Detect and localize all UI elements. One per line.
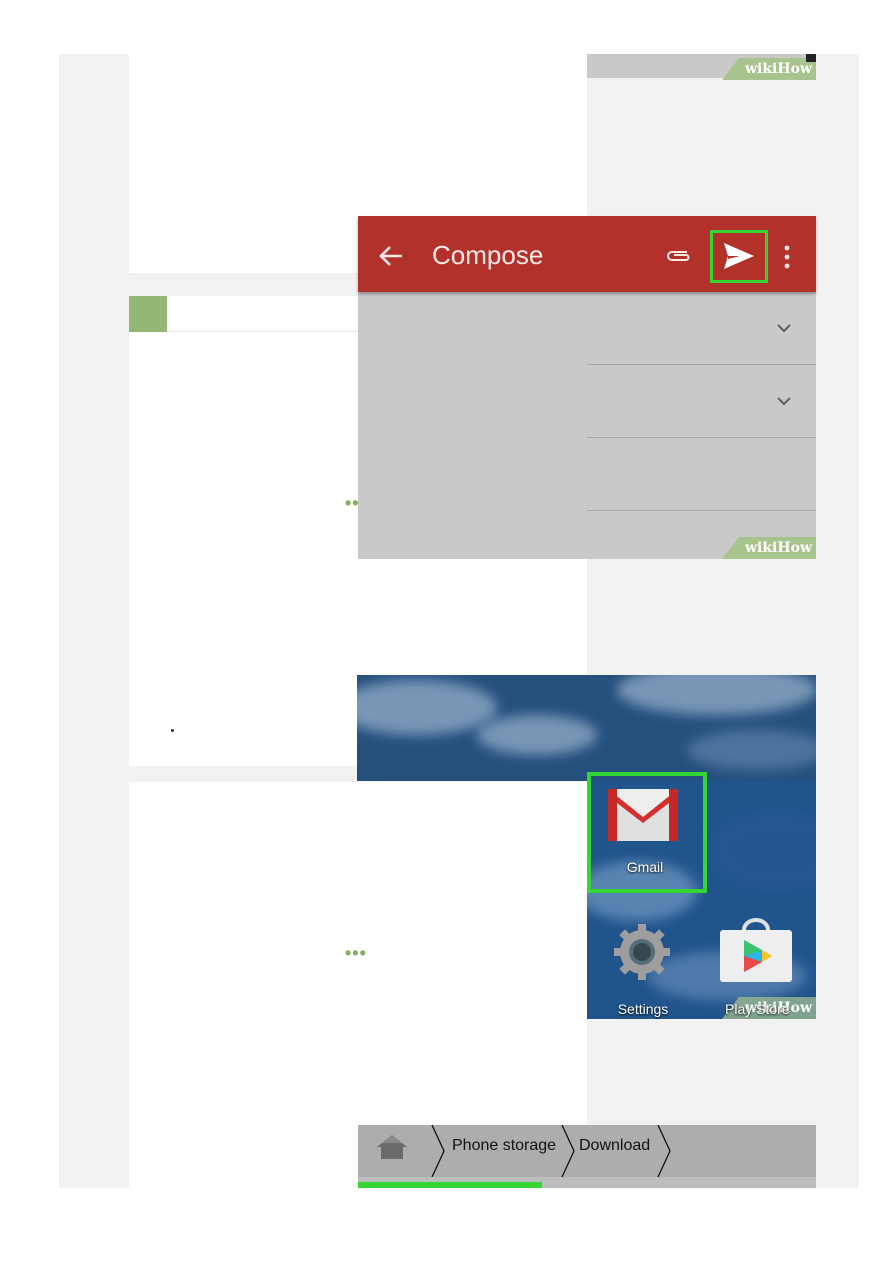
breadcrumb-separator — [431, 1125, 445, 1177]
wikihow-watermark: wikiHow — [722, 58, 816, 80]
gmail-icon[interactable] — [606, 785, 680, 843]
chevron-down-icon[interactable] — [776, 393, 792, 409]
breadcrumb-item-phone-storage[interactable]: Phone storage — [452, 1137, 556, 1155]
send-icon[interactable] — [722, 241, 756, 271]
step-number-badge — [129, 296, 167, 332]
settings-icon[interactable] — [612, 922, 672, 982]
compose-title: Compose — [432, 240, 544, 270]
settings-app-label: Settings — [617, 1001, 669, 1017]
breadcrumb-item-download[interactable]: Download — [579, 1137, 650, 1155]
wikihow-watermark: wikiHow — [722, 537, 816, 559]
breadcrumb-separator — [561, 1125, 575, 1177]
compose-field-row[interactable] — [587, 438, 816, 511]
loading-indicator: ••• — [345, 943, 367, 963]
step-image-top: wikiHow — [587, 54, 816, 80]
paperclip-icon[interactable] — [665, 246, 693, 266]
file-item-highlight[interactable] — [358, 1182, 542, 1188]
bullet-dot — [171, 729, 174, 732]
image-edge-mark — [806, 54, 816, 62]
home-icon[interactable] — [375, 1133, 409, 1161]
gmail-app-label: Gmail — [626, 859, 664, 875]
back-arrow-icon[interactable] — [378, 243, 404, 269]
play-store-icon[interactable] — [718, 918, 794, 984]
home-screen-wallpaper — [357, 675, 816, 781]
more-vert-icon[interactable] — [781, 244, 793, 270]
play-store-app-label: Play Store — [725, 1001, 790, 1017]
breadcrumb-separator — [657, 1125, 671, 1177]
chevron-down-icon[interactable] — [776, 320, 792, 336]
compose-field-row[interactable] — [587, 292, 816, 365]
compose-field-row[interactable] — [587, 365, 816, 438]
